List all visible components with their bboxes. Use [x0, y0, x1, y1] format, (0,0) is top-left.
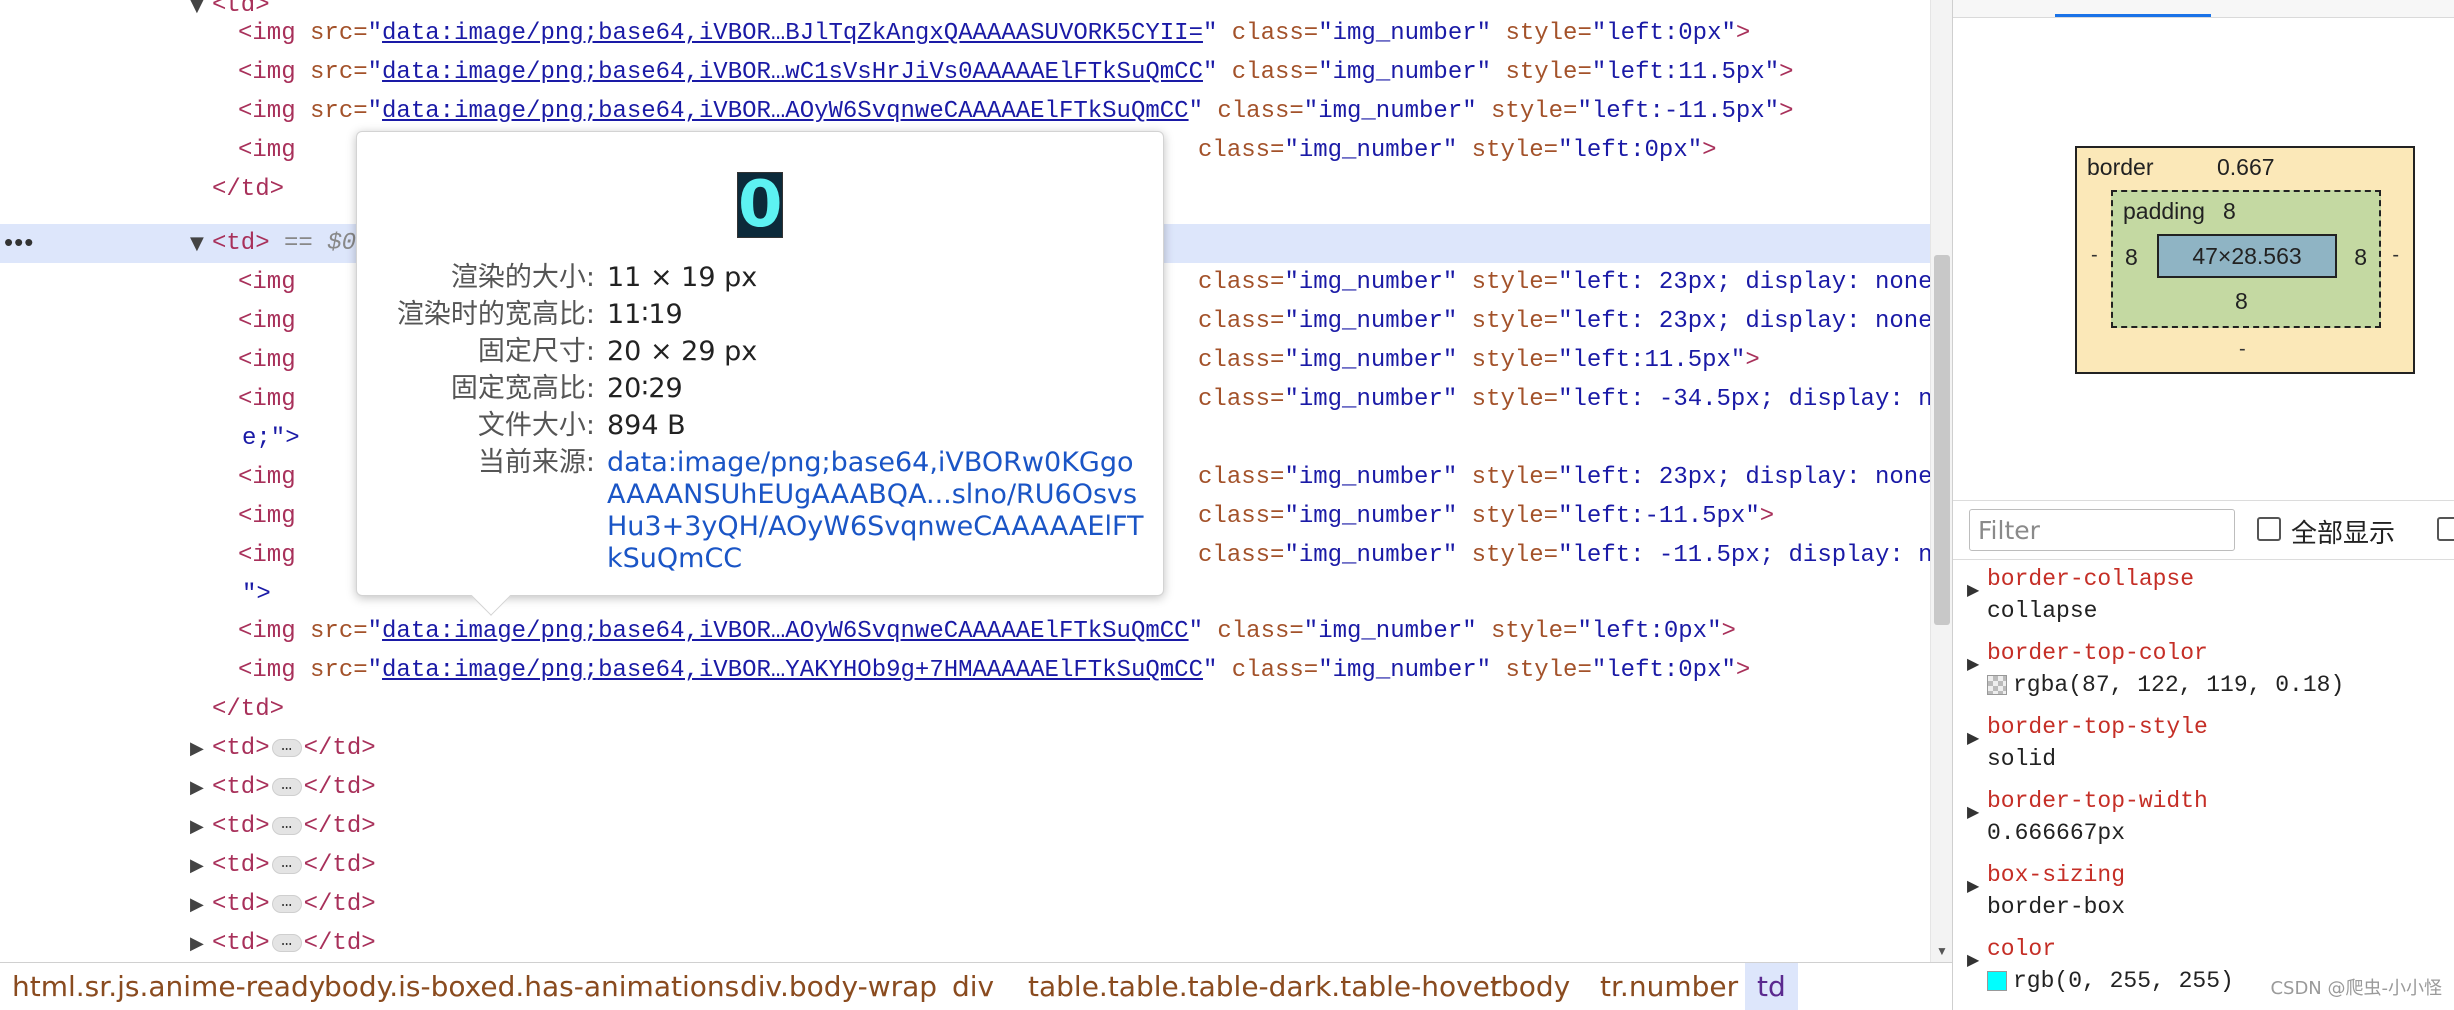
- breadcrumb-item-active[interactable]: td: [1745, 963, 1798, 1010]
- breadcrumb-item[interactable]: table.table.table-dark.table-hover: [1016, 963, 1513, 1010]
- show-all-checkbox[interactable]: [2257, 517, 2281, 541]
- computed-properties-list: ▶ border-collapse collapse ▶ border-top-…: [1953, 560, 2454, 1010]
- scrollbar-thumb[interactable]: [1934, 255, 1950, 625]
- elements-tree: ▼ <td> <img src="data:image/png;base64,iV…: [0, 0, 1930, 962]
- expand-triangle-icon[interactable]: ▶: [1967, 654, 1979, 673]
- group-checkbox[interactable]: [2437, 517, 2454, 541]
- tree-row-td-collapsed[interactable]: ▶ <td>… </td>: [0, 846, 1930, 885]
- box-model-content[interactable]: 47×28.563: [2157, 234, 2337, 278]
- tree-row-td-collapsed[interactable]: ▶ <td>… </td>: [0, 885, 1930, 924]
- expand-triangle-icon[interactable]: ▶: [190, 768, 212, 807]
- color-swatch-icon[interactable]: [1987, 970, 2007, 991]
- ellipsis-icon[interactable]: …: [271, 737, 302, 757]
- show-all-label: 全部显示: [2291, 519, 2396, 549]
- more-options-icon[interactable]: •••: [4, 229, 34, 255]
- ellipsis-icon[interactable]: …: [271, 815, 302, 835]
- box-model-padding[interactable]: padding 8 8 8 8 47×28.563: [2111, 190, 2381, 328]
- ellipsis-icon[interactable]: …: [271, 776, 302, 796]
- breadcrumb: html.sr.js.anime-ready body.is-boxed.has…: [0, 962, 1952, 1010]
- tree-row-td-close[interactable]: </td>: [0, 690, 1930, 729]
- breadcrumb-item[interactable]: html.sr.js.anime-ready: [0, 963, 337, 1010]
- tree-row-img[interactable]: <img src="data:image/png;base64,iVBOR…AO…: [0, 92, 1930, 131]
- expand-triangle-icon[interactable]: ▶: [1967, 580, 1979, 599]
- box-model-border[interactable]: border 0.667 - - - padding 8 8 8 8 47×28…: [2075, 146, 2415, 374]
- expand-triangle-icon[interactable]: ▶: [190, 846, 212, 885]
- filter-bar: 全部显示: [1953, 500, 2454, 560]
- tree-row-img[interactable]: <img src="data:image/png;base64,iVBOR…wC…: [0, 53, 1930, 92]
- computed-panel: border 0.667 - - - padding 8 8 8 8 47×28…: [1952, 0, 2454, 1010]
- tree-row-img[interactable]: <img src="data:image/png;base64,iVBOR…YA…: [0, 651, 1930, 690]
- src-link[interactable]: data:image/png;base64,iVBOR…AOyW6SvqnweC…: [382, 618, 1189, 645]
- breadcrumb-item[interactable]: body.is-boxed.has-animations: [312, 963, 751, 1010]
- breadcrumb-item[interactable]: tr.number: [1588, 963, 1750, 1010]
- tree-row-td-collapsed[interactable]: ▶ <td>… </td>: [0, 729, 1930, 768]
- computed-property[interactable]: ▶ box-sizing border-box: [1953, 856, 2454, 930]
- tree-row-img[interactable]: <img src="data:image/png;base64,iVBOR…AO…: [0, 612, 1930, 651]
- ellipsis-icon[interactable]: …: [271, 854, 302, 874]
- image-preview-tooltip: 0 渲染的大小: 11 × 19 px 渲染时的宽高比: 11∶19 固定尺寸: 20…: [356, 131, 1164, 616]
- expand-triangle-icon[interactable]: ▶: [1967, 802, 1979, 821]
- collapse-triangle-icon[interactable]: ▼: [190, 224, 212, 263]
- computed-property[interactable]: ▶ border-top-style solid: [1953, 708, 2454, 782]
- tree-row-td-collapsed[interactable]: ▶ <td>… </td>: [0, 768, 1930, 807]
- tree-row-img[interactable]: <img src="data:image/png;base64,iVBOR…BJ…: [0, 14, 1930, 53]
- src-link[interactable]: data:image/png;base64,iVBOR…YAKYHOb9g+7H…: [382, 657, 1203, 684]
- ellipsis-icon[interactable]: …: [271, 893, 302, 913]
- filter-input[interactable]: [1969, 509, 2235, 551]
- expand-triangle-icon[interactable]: ▶: [190, 885, 212, 924]
- src-link[interactable]: data:image/png;base64,iVBOR…wC1sVsHrJiVs…: [382, 59, 1203, 86]
- panel-tabs[interactable]: [1953, 0, 2454, 18]
- computed-property[interactable]: ▶ border-top-width 0.666667px: [1953, 782, 2454, 856]
- expand-triangle-icon[interactable]: ▶: [190, 924, 212, 962]
- elements-scrollbar[interactable]: ▼: [1930, 0, 1952, 962]
- expand-triangle-icon[interactable]: ▶: [190, 807, 212, 846]
- breadcrumb-item[interactable]: div.body-wrap: [728, 963, 949, 1010]
- expand-triangle-icon[interactable]: ▶: [190, 729, 212, 768]
- breadcrumb-item[interactable]: div: [940, 963, 1006, 1010]
- expand-triangle-icon[interactable]: ▶: [1967, 950, 1979, 969]
- color-swatch-icon[interactable]: [1987, 674, 2007, 695]
- tree-row-td-collapsed[interactable]: ▶ <td>… </td>: [0, 807, 1930, 846]
- ellipsis-icon[interactable]: …: [271, 932, 302, 952]
- computed-property[interactable]: ▶ border-top-color rgba(87, 122, 119, 0.…: [1953, 634, 2454, 708]
- scroll-down-arrow-icon[interactable]: ▼: [1936, 944, 1948, 958]
- tree-row-td-collapsed[interactable]: ▶ <td>… </td>: [0, 924, 1930, 962]
- watermark: CSDN @爬虫-小小怪: [2270, 978, 2442, 999]
- expand-triangle-icon[interactable]: ▶: [1967, 728, 1979, 747]
- image-preview-thumbnail: 0: [737, 168, 783, 242]
- computed-property[interactable]: ▶ border-collapse collapse: [1953, 560, 2454, 634]
- expand-triangle-icon[interactable]: ▶: [1967, 876, 1979, 895]
- src-link[interactable]: data:image/png;base64,iVBOR…AOyW6SvqnweC…: [382, 98, 1189, 125]
- breadcrumb-item[interactable]: tbody: [1478, 963, 1582, 1010]
- active-tab-indicator: [2055, 14, 2211, 17]
- box-model-diagram: border 0.667 - - - padding 8 8 8 8 47×28…: [1953, 18, 2454, 498]
- src-link[interactable]: data:image/png;base64,iVBOR…BJlTqZkAngxQ…: [382, 20, 1203, 47]
- current-source-link[interactable]: data:image/png;base64,iVBORw0KGgoAAAANSU…: [607, 447, 1147, 575]
